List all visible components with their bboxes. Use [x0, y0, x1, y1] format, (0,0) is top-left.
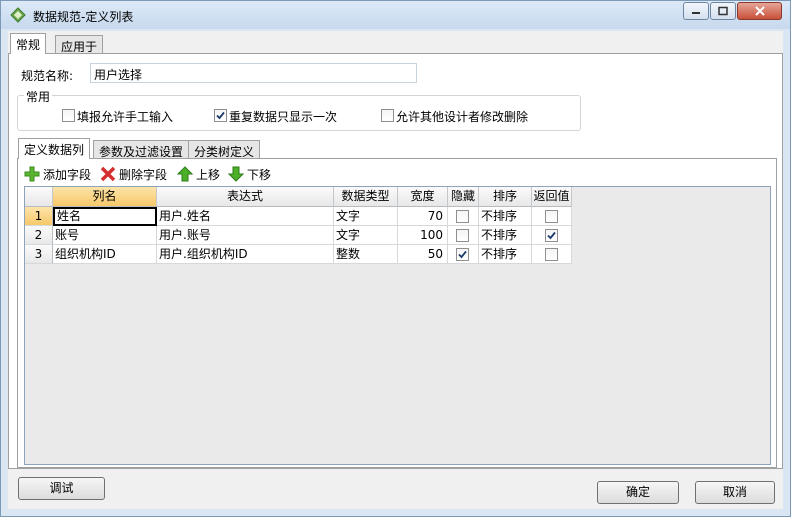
minimize-button[interactable]	[683, 2, 709, 20]
ok-button[interactable]: 确定	[597, 481, 679, 504]
allow-modify-label: 允许其他设计者修改删除	[396, 110, 529, 124]
tab-general[interactable]: 常规	[10, 33, 47, 54]
show-once-checkbox[interactable]	[214, 109, 227, 122]
move-up-button[interactable]: 上移	[177, 165, 220, 183]
col-header-expr[interactable]: 表达式	[157, 187, 334, 207]
cell-sort[interactable]: 不排序	[479, 207, 532, 226]
add-field-label: 添加字段	[43, 167, 92, 182]
manual-input-checkbox[interactable]	[62, 109, 75, 122]
plus-icon	[24, 166, 40, 182]
col-header-return[interactable]: 返回值	[532, 187, 572, 207]
delete-field-button[interactable]: 删除字段	[100, 165, 167, 183]
cell-expr[interactable]: 用户.姓名	[157, 207, 334, 226]
maximize-button[interactable]	[710, 2, 736, 20]
close-icon	[754, 6, 765, 16]
cell-expr[interactable]: 用户.账号	[157, 226, 334, 245]
cell-name[interactable]: 账号	[53, 226, 157, 245]
title-bar[interactable]: 数据规范-定义列表	[1, 1, 790, 29]
dialog-window: 数据规范-定义列表 常规 应用于 规范名称: 用户选择 常用 填报允许手工输入 …	[0, 0, 791, 517]
cell-hidden	[448, 226, 479, 245]
name-label: 规范名称:	[21, 69, 74, 83]
cell-name-active[interactable]: 姓名	[53, 207, 157, 226]
minimize-icon	[692, 12, 700, 14]
columns-grid: 列名 表达式 数据类型 宽度 隐藏 排序 返回值 1 姓名 用户.姓名 文字 7…	[24, 186, 771, 465]
close-button[interactable]	[737, 2, 782, 20]
arrow-down-icon	[228, 166, 244, 182]
cell-return	[532, 207, 572, 226]
cell-expr[interactable]: 用户.组织机构ID	[157, 245, 334, 264]
col-header-type[interactable]: 数据类型	[334, 187, 398, 207]
delete-field-label: 删除字段	[119, 167, 168, 182]
col-header-hidden[interactable]: 隐藏	[448, 187, 479, 207]
return-checkbox[interactable]	[545, 229, 558, 242]
subtab-define-columns[interactable]: 定义数据列	[18, 138, 91, 159]
app-icon	[10, 7, 26, 23]
tab-apply-to[interactable]: 应用于	[55, 35, 104, 54]
cell-name[interactable]: 组织机构ID	[53, 245, 157, 264]
cell-sort[interactable]: 不排序	[479, 245, 532, 264]
col-header-sort[interactable]: 排序	[479, 187, 532, 207]
subtab-params-filter[interactable]: 参数及过滤设置	[93, 140, 190, 159]
return-checkbox[interactable]	[545, 210, 558, 223]
show-once-label: 重复数据只显示一次	[229, 110, 338, 124]
cancel-button[interactable]: 取消	[695, 481, 775, 504]
row-header[interactable]: 1	[25, 207, 53, 226]
dialog-client: 常规 应用于 规范名称: 用户选择 常用 填报允许手工输入 重复数据只显示一次 …	[8, 31, 783, 509]
subtab-category-tree[interactable]: 分类树定义	[188, 140, 261, 159]
checkmark-icon	[216, 111, 225, 120]
add-field-button[interactable]: 添加字段	[24, 165, 91, 183]
cell-hidden	[448, 245, 479, 264]
cell-width[interactable]: 100	[398, 226, 448, 245]
col-header-name[interactable]: 列名	[53, 187, 157, 207]
define-columns-page: 添加字段 删除字段 上移 下移 列名 表达式 数据类型 宽度 隐藏 排序 返回值…	[17, 158, 777, 468]
move-down-label: 下移	[247, 167, 272, 182]
row-header[interactable]: 2	[25, 226, 53, 245]
checkmark-icon	[547, 231, 556, 240]
cell-width[interactable]: 70	[398, 207, 448, 226]
manual-input-label: 填报允许手工输入	[77, 110, 174, 124]
hidden-checkbox[interactable]	[456, 210, 469, 223]
maximize-icon	[718, 6, 728, 16]
cell-width[interactable]: 50	[398, 245, 448, 264]
hidden-checkbox[interactable]	[456, 229, 469, 242]
window-title: 数据规范-定义列表	[33, 10, 134, 24]
grid-corner[interactable]	[25, 187, 53, 207]
cell-sort[interactable]: 不排序	[479, 226, 532, 245]
debug-button[interactable]: 调试	[18, 477, 105, 500]
cell-type[interactable]: 文字	[334, 207, 398, 226]
move-down-button[interactable]: 下移	[228, 165, 271, 183]
allow-modify-checkbox[interactable]	[381, 109, 394, 122]
common-group-title: 常用	[24, 88, 53, 105]
cell-return	[532, 245, 572, 264]
arrow-up-icon	[177, 166, 193, 182]
cell-hidden	[448, 207, 479, 226]
delete-icon	[100, 166, 116, 182]
row-header[interactable]: 3	[25, 245, 53, 264]
cell-type[interactable]: 整数	[334, 245, 398, 264]
cell-return	[532, 226, 572, 245]
return-checkbox[interactable]	[545, 248, 558, 261]
checkmark-icon	[458, 250, 467, 259]
name-input[interactable]: 用户选择	[90, 63, 417, 83]
cell-type[interactable]: 文字	[334, 226, 398, 245]
hidden-checkbox[interactable]	[456, 248, 469, 261]
col-header-width[interactable]: 宽度	[398, 187, 448, 207]
general-tab-page: 规范名称: 用户选择 常用 填报允许手工输入 重复数据只显示一次 允许其他设计者…	[8, 53, 783, 469]
move-up-label: 上移	[196, 167, 221, 182]
